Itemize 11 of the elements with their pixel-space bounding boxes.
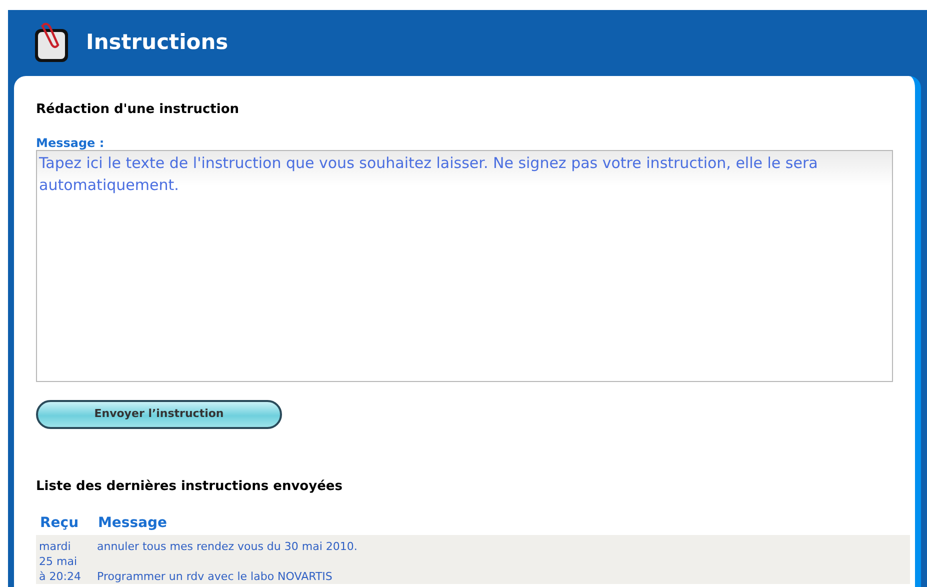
section-heading: Rédaction d'une instruction [36,102,240,118]
send-button[interactable]: Envoyer l’instruction [36,400,282,429]
table-cell-text: Programmer un rdv avec le labo NOVARTIS [97,569,334,584]
column-header: Reçu [40,515,80,531]
message-label: Message : [36,136,106,150]
table-cell-text: mardi 25 mai à 20:24 [39,539,82,584]
table-cell: annuler tous mes rendez vous du 30 mai 2010. [97,539,358,554]
message-field[interactable]: Tapez ici le texte de l'instruction que vous souhaitez laisser. Ne signez pas votre instruction, elle le sera automatiquement. [36,150,893,382]
column-header: Message [98,515,168,531]
section-heading: Liste des dernières instructions envoyées [36,479,344,495]
page-title: Instructions [86,29,228,56]
